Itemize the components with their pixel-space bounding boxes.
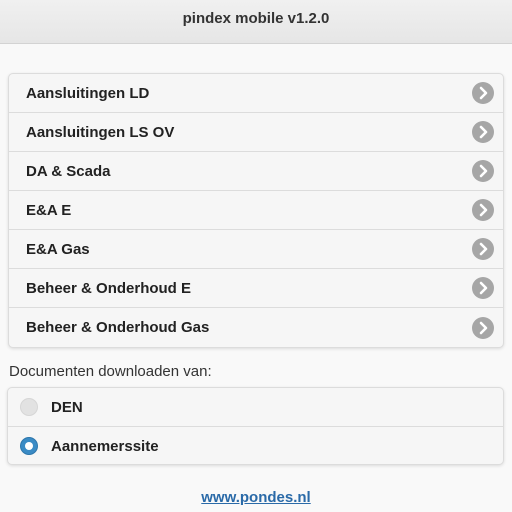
menu-item-label: Aansluitingen LD <box>26 84 150 102</box>
menu-item-label: Beheer & Onderhoud E <box>26 279 192 297</box>
menu-item-label: E&A E <box>26 201 72 219</box>
radio-option-label: DEN <box>51 398 83 416</box>
menu-item-ea-e[interactable]: E&A E <box>9 191 503 230</box>
chevron-right-icon <box>472 238 494 260</box>
download-source-radio-group: DEN Aannemerssite <box>7 387 504 465</box>
radio-option-aannemerssite[interactable]: Aannemerssite <box>8 426 503 464</box>
chevron-right-icon <box>472 160 494 182</box>
menu-list: Aansluitingen LD Aansluitingen LS OV DA … <box>8 73 504 348</box>
download-source-label: Documenten downloaden van: <box>9 363 212 380</box>
menu-item-da-scada[interactable]: DA & Scada <box>9 152 503 191</box>
page-title: pindex mobile v1.2.0 <box>182 10 330 27</box>
menu-item-beheer-onderhoud-gas[interactable]: Beheer & Onderhoud Gas <box>9 308 503 347</box>
chevron-right-icon <box>472 277 494 299</box>
chevron-right-icon <box>472 316 494 339</box>
app-header: pindex mobile v1.2.0 <box>0 0 512 44</box>
menu-item-label: DA & Scada <box>26 162 111 180</box>
radio-option-den[interactable]: DEN <box>8 388 503 426</box>
menu-item-beheer-onderhoud-e[interactable]: Beheer & Onderhoud E <box>9 269 503 308</box>
menu-item-label: Beheer & Onderhoud Gas <box>26 319 210 336</box>
menu-item-label: E&A Gas <box>26 240 90 258</box>
radio-unchecked-icon[interactable] <box>20 398 38 416</box>
website-link[interactable]: www.pondes.nl <box>0 489 512 506</box>
radio-option-label: Aannemerssite <box>51 437 159 455</box>
radio-checked-icon[interactable] <box>20 437 38 455</box>
menu-item-ea-gas[interactable]: E&A Gas <box>9 230 503 269</box>
menu-item-label: Aansluitingen LS OV <box>26 123 175 141</box>
chevron-right-icon <box>472 199 494 221</box>
menu-item-aansluitingen-ls-ov[interactable]: Aansluitingen LS OV <box>9 113 503 152</box>
chevron-right-icon <box>472 82 494 104</box>
chevron-right-icon <box>472 121 494 143</box>
menu-item-aansluitingen-ld[interactable]: Aansluitingen LD <box>9 74 503 113</box>
